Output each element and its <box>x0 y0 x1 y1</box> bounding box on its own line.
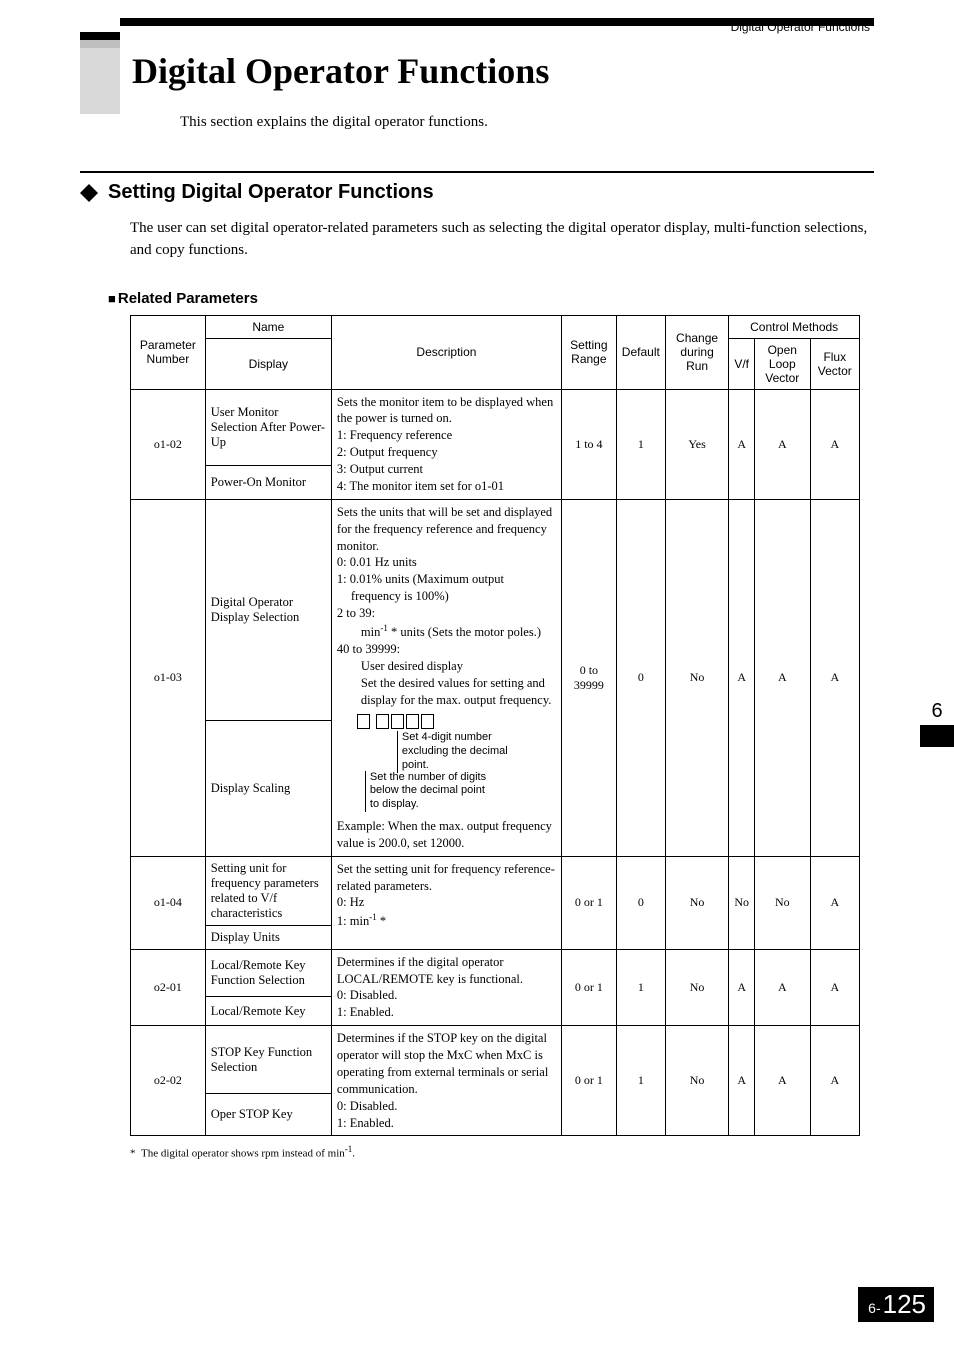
page-chapter: 6- <box>868 1300 880 1316</box>
th-display: Display <box>205 338 331 389</box>
title-block: Digital Operator Functions <box>80 32 874 114</box>
cell-description: Sets the monitor item to be displayed wh… <box>331 389 561 499</box>
cell-name: Setting unit for frequency parameters re… <box>205 856 331 925</box>
cell-param-no: o2-02 <box>131 1026 206 1136</box>
cell-display: Power-On Monitor <box>205 465 331 499</box>
intro-text: This section explains the digital operat… <box>180 114 874 131</box>
cell-name: STOP Key Function Selection <box>205 1026 331 1094</box>
cell-vf: A <box>729 1026 755 1136</box>
cell-fv: A <box>810 856 859 949</box>
cell-change: No <box>665 949 728 1026</box>
cell-param-no: o1-03 <box>131 499 206 856</box>
cell-param-no: o1-02 <box>131 389 206 499</box>
cell-change: No <box>665 856 728 949</box>
cell-default: 1 <box>616 1026 665 1136</box>
cell-vf: A <box>729 949 755 1026</box>
cell-description: Set the setting unit for frequency refer… <box>331 856 561 949</box>
cell-olv: A <box>754 499 810 856</box>
cell-olv: A <box>754 1026 810 1136</box>
cell-display: Oper STOP Key <box>205 1094 331 1136</box>
cell-range: 0 or 1 <box>561 856 616 949</box>
page-title: Digital Operator Functions <box>132 50 549 114</box>
cell-default: 0 <box>616 499 665 856</box>
footnote: * The digital operator shows rpm instead… <box>130 1144 874 1160</box>
cell-name: Local/Remote Key Function Selection <box>205 949 331 996</box>
cell-olv: No <box>754 856 810 949</box>
th-name: Name <box>205 315 331 338</box>
subsection-heading: Related Parameters <box>108 290 874 307</box>
diamond-icon <box>80 184 98 202</box>
cell-vf: A <box>729 499 755 856</box>
section-heading-text: Setting Digital Operator Functions <box>108 181 434 204</box>
cell-fv: A <box>810 389 859 499</box>
cell-vf: No <box>729 856 755 949</box>
cell-description: Determines if the digital operator LOCAL… <box>331 949 561 1026</box>
cell-description: Determines if the STOP key on the digita… <box>331 1026 561 1136</box>
cell-default: 1 <box>616 389 665 499</box>
th-olv: Open Loop Vector <box>754 338 810 389</box>
cell-change: Yes <box>665 389 728 499</box>
cell-name: Digital Operator Display Selection <box>205 499 331 720</box>
cell-range: 1 to 4 <box>561 389 616 499</box>
cell-param-no: o2-01 <box>131 949 206 1026</box>
chapter-tab: 6 <box>920 700 954 747</box>
cell-olv: A <box>754 949 810 1026</box>
th-change: Change during Run <box>665 315 728 389</box>
cell-default: 1 <box>616 949 665 1026</box>
th-vf: V/f <box>729 338 755 389</box>
th-param-no: Parameter Number <box>131 315 206 389</box>
cell-range: 0 or 1 <box>561 949 616 1026</box>
cell-display: Local/Remote Key <box>205 997 331 1026</box>
cell-default: 0 <box>616 856 665 949</box>
cell-range: 0 or 1 <box>561 1026 616 1136</box>
chapter-tab-number: 6 <box>920 700 954 725</box>
th-fv: Flux Vector <box>810 338 859 389</box>
cell-change: No <box>665 499 728 856</box>
section-rule <box>80 171 874 173</box>
cell-vf: A <box>729 389 755 499</box>
th-default: Default <box>616 315 665 389</box>
cell-display: Display Units <box>205 925 331 949</box>
cell-param-no: o1-04 <box>131 856 206 949</box>
cell-change: No <box>665 1026 728 1136</box>
cell-description: Sets the units that will be set and disp… <box>331 499 561 856</box>
cell-fv: A <box>810 949 859 1026</box>
cell-display: Display Scaling <box>205 720 331 856</box>
cell-fv: A <box>810 499 859 856</box>
section-body: The user can set digital operator-relate… <box>130 218 874 262</box>
cell-fv: A <box>810 1026 859 1136</box>
page-number: 6- 125 <box>858 1287 934 1322</box>
page-num: 125 <box>883 1289 926 1320</box>
th-range: Setting Range <box>561 315 616 389</box>
cell-olv: A <box>754 389 810 499</box>
cell-name: User Monitor Selection After Power-Up <box>205 389 331 465</box>
cell-range: 0 to 39999 <box>561 499 616 856</box>
section-heading: Setting Digital Operator Functions <box>80 181 874 204</box>
th-control: Control Methods <box>729 315 860 338</box>
th-description: Description <box>331 315 561 389</box>
parameters-table: Parameter Number Name Description Settin… <box>130 315 860 1137</box>
